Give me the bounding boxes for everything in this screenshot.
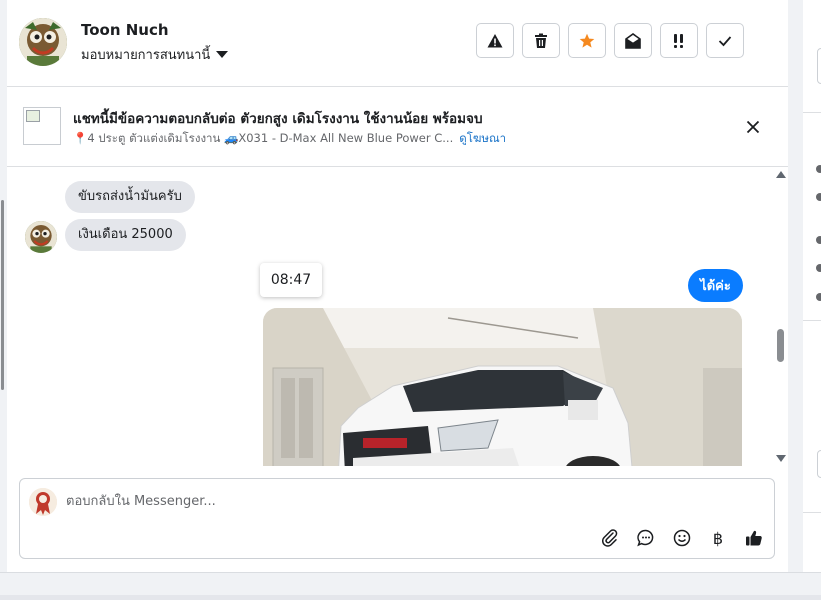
broken-image-icon bbox=[26, 110, 40, 122]
contact-name: Toon Nuch bbox=[81, 21, 169, 39]
envelope-open-icon bbox=[625, 32, 641, 49]
ad-context-banner: แชทนี้มีข้อความตอบกลับต่อ ตัวยกสูง เดิมโ… bbox=[7, 87, 788, 167]
attach-button[interactable] bbox=[598, 526, 622, 550]
incoming-message[interactable]: เงินเดือน 25000 bbox=[65, 219, 186, 251]
message-thread: ขับรถส่งน้ำมันครับ เงินเดือน 25000 08:47… bbox=[7, 167, 788, 466]
reply-input[interactable] bbox=[66, 490, 666, 512]
warning-icon bbox=[487, 33, 503, 47]
contact-avatar[interactable] bbox=[19, 18, 67, 66]
thread-scrollbar[interactable] bbox=[774, 167, 786, 466]
mark-unread-button[interactable] bbox=[614, 23, 652, 58]
chat-bubble-icon bbox=[637, 529, 654, 547]
emoji-button[interactable] bbox=[670, 526, 694, 550]
right-panel-input[interactable] bbox=[817, 48, 821, 84]
divider bbox=[803, 512, 821, 513]
caret-down-icon bbox=[216, 51, 229, 58]
composer-tools: ฿ bbox=[598, 526, 766, 550]
ad-title: แชทนี้มีข้อความตอบกลับต่อ ตัวยกสูง เดิมโ… bbox=[73, 111, 483, 127]
scroll-thumb[interactable] bbox=[777, 329, 784, 362]
assign-label: มอบหมายการสนทนานี้ bbox=[81, 48, 211, 63]
list-bullet bbox=[816, 236, 821, 244]
ad-subtitle: 📍4 ประตู ตัวแต่งเดิมโรงงาน 🚙X031 - D-Max… bbox=[73, 131, 454, 145]
horizontal-scrollbar[interactable] bbox=[0, 595, 821, 600]
divider bbox=[803, 112, 821, 113]
conversation-header: Toon Nuch มอบหมายการสนทนานี้ bbox=[7, 0, 788, 87]
header-actions bbox=[476, 23, 744, 58]
follow-up-button[interactable] bbox=[660, 23, 698, 58]
paperclip-icon bbox=[602, 529, 618, 547]
view-ad-link[interactable]: ดูโฆษณา bbox=[459, 130, 506, 148]
page-scrollbar[interactable] bbox=[1, 200, 4, 390]
page-avatar bbox=[29, 488, 57, 516]
check-icon bbox=[718, 35, 732, 46]
baht-icon: ฿ bbox=[712, 528, 724, 548]
saved-replies-button[interactable] bbox=[634, 526, 658, 550]
list-bullet bbox=[816, 193, 821, 201]
message-timestamp-tooltip: 08:47 bbox=[260, 263, 322, 297]
list-bullet bbox=[816, 165, 821, 173]
left-edge bbox=[0, 0, 7, 572]
conversation-panel: Toon Nuch มอบหมายการสนทนานี้ แชทนี้มีข้อ… bbox=[7, 0, 788, 572]
star-button[interactable] bbox=[568, 23, 606, 58]
scroll-down-icon[interactable] bbox=[776, 455, 786, 462]
list-bullet bbox=[816, 293, 821, 301]
payment-button[interactable]: ฿ bbox=[706, 526, 730, 550]
assign-conversation-dropdown[interactable]: มอบหมายการสนทนานี้ bbox=[81, 44, 229, 65]
right-details-panel bbox=[803, 0, 821, 572]
list-bullet bbox=[816, 264, 821, 272]
thumbs-up-icon bbox=[746, 530, 762, 546]
incoming-message[interactable]: ขับรถส่งน้ำมันครับ bbox=[65, 181, 195, 213]
trash-icon bbox=[535, 33, 547, 48]
right-panel-field[interactable] bbox=[817, 450, 821, 478]
ad-subtitle-row: 📍4 ประตู ตัวแต่งเดิมโรงงาน 🚙X031 - D-Max… bbox=[73, 130, 506, 148]
delete-button[interactable] bbox=[522, 23, 560, 58]
contact-avatar-small[interactable] bbox=[25, 221, 57, 253]
ad-thumbnail bbox=[23, 107, 61, 145]
mark-done-button[interactable] bbox=[706, 23, 744, 58]
report-button[interactable] bbox=[476, 23, 514, 58]
close-icon bbox=[746, 120, 760, 134]
bottom-bar bbox=[0, 572, 821, 600]
divider bbox=[803, 320, 821, 321]
smiley-icon bbox=[673, 529, 691, 547]
scroll-up-icon[interactable] bbox=[776, 171, 786, 178]
star-icon bbox=[579, 33, 595, 48]
double-exclamation-icon bbox=[674, 33, 683, 48]
close-banner-button[interactable] bbox=[743, 117, 763, 137]
like-button[interactable] bbox=[742, 526, 766, 550]
reply-composer: ฿ bbox=[19, 478, 775, 559]
outgoing-message[interactable]: ได้ค่ะ bbox=[688, 269, 743, 302]
message-photo[interactable] bbox=[263, 308, 742, 466]
